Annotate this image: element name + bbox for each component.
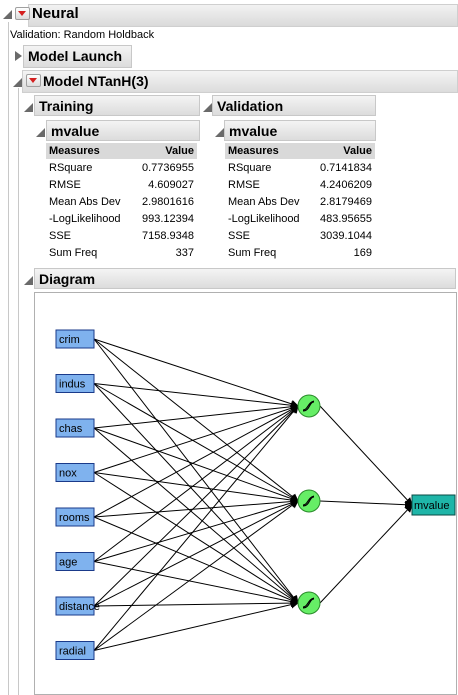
measure-label: -LogLikelihood [228, 212, 300, 225]
table-row: RMSE 4.609027 [46, 176, 197, 193]
measure-label: SSE [49, 229, 72, 242]
input-node-label: nox [59, 468, 77, 480]
training-response-header[interactable]: mvalue [46, 120, 200, 141]
diagram-disclosure-icon[interactable] [24, 273, 34, 285]
connection-line [93, 338, 299, 604]
neural-title: Neural [32, 5, 79, 22]
measure-label: RSquare [228, 161, 272, 174]
measure-value: 169 [353, 246, 372, 259]
model-launch-header[interactable]: Model Launch [23, 45, 132, 68]
table-row: SSE 3039.1044 [225, 227, 375, 244]
neural-header-bar [28, 4, 458, 27]
measure-label: SSE [228, 229, 251, 242]
input-node-label: rooms [59, 512, 90, 524]
measure-value: 4.2406209 [320, 178, 372, 191]
training-response-disclosure-icon[interactable] [36, 125, 46, 137]
validation-table-wrap: Measures Value RSquare 0.7141834 RMSE 4.24… [225, 143, 375, 261]
measure-value: 2.8179469 [320, 195, 372, 208]
outline-guide-line [8, 22, 9, 695]
connection-line [93, 427, 299, 604]
connection-line [93, 497, 299, 518]
training-measures-table: Measures Value RSquare 0.7736955 RMSE 4.60… [46, 143, 197, 261]
model-launch-disclosure-icon[interactable] [15, 51, 22, 61]
measure-label: Sum Freq [49, 246, 98, 259]
measure-value: 7158.9348 [142, 229, 194, 242]
measure-value: 4.609027 [148, 178, 194, 191]
connection-line [93, 561, 299, 606]
connection-line [319, 504, 413, 604]
validation-response-header[interactable]: mvalue [224, 120, 376, 141]
measure-label: RMSE [49, 178, 81, 191]
validation-measures-table: Measures Value RSquare 0.7141834 RMSE 4.24… [225, 143, 375, 261]
training-col-measures: Measures [46, 143, 133, 159]
training-header[interactable]: Training [34, 95, 200, 116]
network-diagram: crim indus chas nox rooms age distance radial mv… [34, 292, 457, 695]
measure-value: 993.12394 [142, 212, 194, 225]
training-col-value: Value [132, 143, 197, 159]
diagram-header[interactable]: Diagram [34, 268, 456, 289]
connection-line [93, 499, 299, 562]
outline-guide-line [18, 88, 19, 695]
model-title: Model NTanH(3) [43, 73, 149, 89]
measure-label: -LogLikelihood [49, 212, 121, 225]
measure-label: Mean Abs Dev [228, 195, 300, 208]
measure-label: Sum Freq [228, 246, 277, 259]
table-row: Mean Abs Dev 2.9801616 [46, 193, 197, 210]
neural-disclosure-icon[interactable] [3, 7, 13, 19]
input-node-label: radial [59, 646, 86, 658]
measure-value: 0.7141834 [320, 161, 372, 174]
table-row: Sum Freq 337 [46, 244, 197, 261]
input-node-label: distance [59, 601, 100, 613]
connection-line [93, 599, 299, 608]
input-node-label: age [59, 557, 77, 569]
connection-line [93, 600, 299, 651]
training-table-wrap: Measures Value RSquare 0.7736955 RMSE 4.60… [46, 143, 197, 261]
neural-menu-button[interactable] [15, 7, 30, 20]
connection-line [93, 338, 299, 408]
validation-header[interactable]: Validation [212, 95, 376, 116]
measure-value: 2.9801616 [142, 195, 194, 208]
connection-line [93, 405, 299, 518]
measure-label: Mean Abs Dev [49, 195, 121, 208]
measure-label: RSquare [49, 161, 93, 174]
table-row: -LogLikelihood 993.12394 [46, 210, 197, 227]
table-row: RSquare 0.7736955 [46, 159, 197, 176]
measure-value: 337 [175, 246, 194, 259]
validation-col-measures: Measures [225, 143, 311, 159]
validation-note: Validation: Random Holdback [10, 29, 155, 41]
input-node-label: indus [59, 379, 86, 391]
table-row: SSE 7158.9348 [46, 227, 197, 244]
training-disclosure-icon[interactable] [24, 100, 34, 112]
table-row: Sum Freq 169 [225, 244, 375, 261]
measure-value: 0.7736955 [142, 161, 194, 174]
connection-line [93, 383, 299, 410]
measure-value: 483.95655 [320, 212, 372, 225]
measure-label: RMSE [228, 178, 260, 191]
connection-line [319, 405, 413, 506]
measure-value: 3039.1044 [320, 229, 372, 242]
input-node-label: crim [59, 334, 80, 346]
table-row: RMSE 4.2406209 [225, 176, 375, 193]
table-row: Mean Abs Dev 2.8179469 [225, 193, 375, 210]
table-row: RSquare 0.7141834 [225, 159, 375, 176]
model-menu-button-top[interactable] [26, 74, 41, 87]
network-diagram-svg: crim indus chas nox rooms age distance radial mv… [55, 329, 456, 660]
connection-line [319, 500, 413, 509]
input-node-label: chas [59, 423, 83, 435]
output-node-label: mvalue [414, 500, 449, 512]
table-row: -LogLikelihood 483.95655 [225, 210, 375, 227]
validation-col-value: Value [310, 143, 375, 159]
